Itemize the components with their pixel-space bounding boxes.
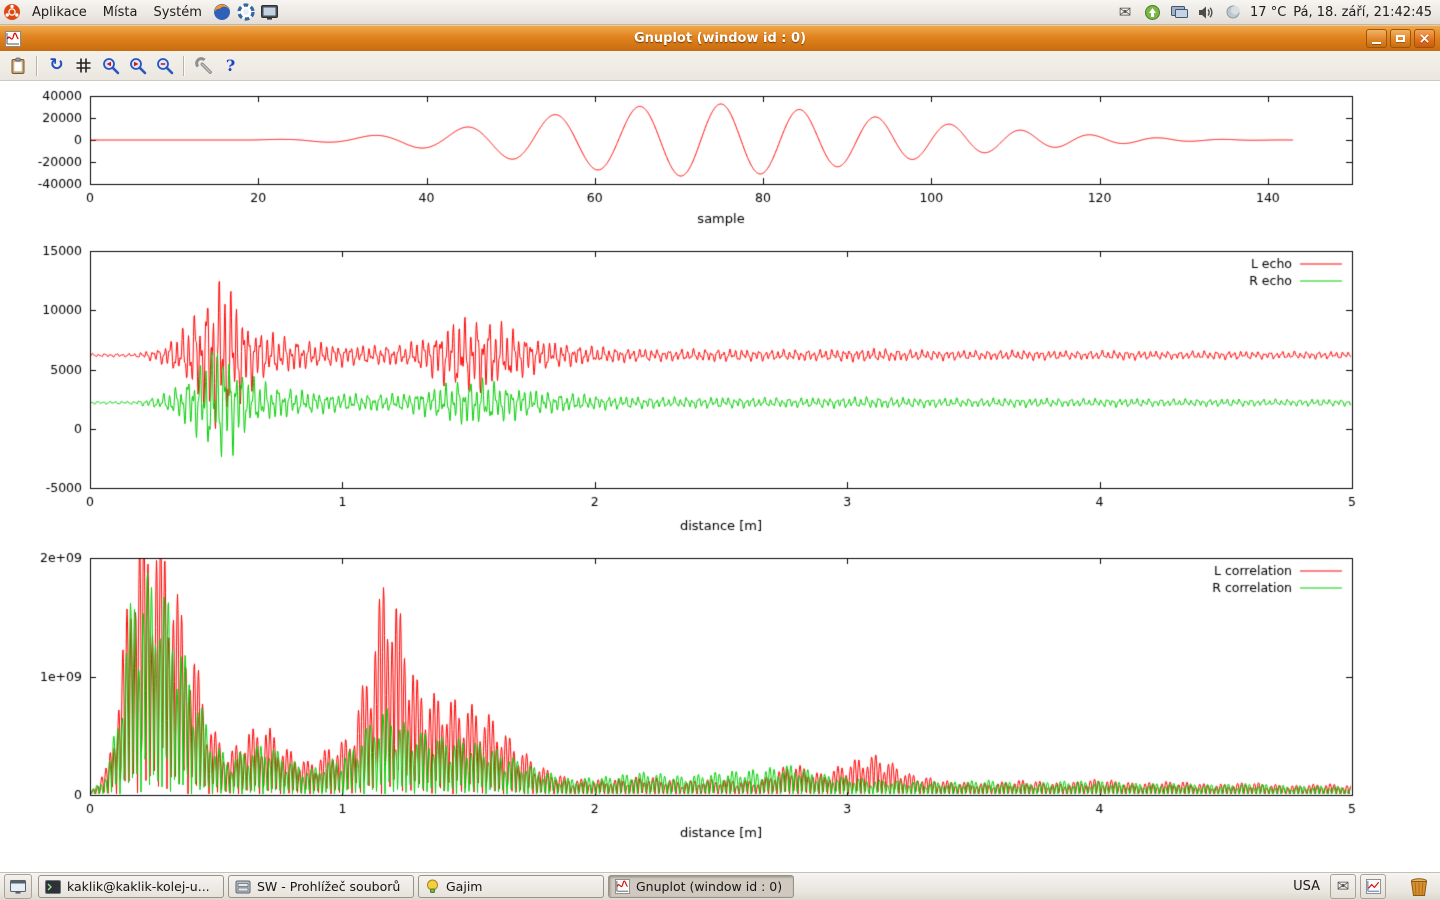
chart-correlation-canvas[interactable] [0,548,1440,852]
window-title: Gnuplot (window id : 0) [0,31,1440,46]
desktop-icon [10,880,26,894]
window-titlebar[interactable]: Gnuplot (window id : 0) × [0,25,1440,51]
magnifier-right-icon [129,57,147,75]
task-label: SW - Prohlížeč souborů [257,879,400,894]
task-button-gnuplot[interactable]: Gnuplot (window id : 0) [608,875,794,898]
maximize-icon [1396,35,1405,42]
temperature-label[interactable]: 17 °C [1250,5,1286,20]
magnifier-icon [156,57,174,75]
task-label: Gajim [446,879,482,894]
volume-icon [1198,5,1214,20]
menu-mista[interactable]: Místa [95,0,146,24]
mail-envelope-icon: ✉ [1119,5,1132,20]
gnuplot-toolbar: ↻ [0,51,1440,81]
menu-aplikace-label: Aplikace [32,5,87,20]
menu-system-label: Systém [153,5,201,20]
volume-control[interactable] [1196,2,1216,22]
keyboard-layout-indicator[interactable]: USA [1293,879,1320,894]
close-button[interactable]: × [1414,29,1435,48]
window-menu-button[interactable] [5,31,21,47]
toolbar-separator [183,56,185,76]
weather-applet[interactable] [1223,2,1243,22]
gnuplot-window-icon [5,31,21,47]
panel-status-area: ✉ [1115,0,1440,24]
clipboard-icon [9,57,27,75]
task-button-file-manager[interactable]: SW - Prohlížeč souborů [228,875,414,898]
gnuplot-icon [615,879,630,894]
weather-moon-icon [1226,5,1240,19]
chart-echo-canvas[interactable] [0,240,1440,548]
configure-button[interactable] [190,53,217,79]
clock-label[interactable]: Pá, 18. září, 21:42:45 [1293,5,1432,20]
gnuplot-canvas-area [0,81,1440,872]
refresh-icon: ↻ [49,57,63,74]
update-icon [1145,5,1160,20]
display-icon [1171,5,1188,20]
close-icon: × [1419,32,1431,46]
toggle-grid-button[interactable] [70,53,97,79]
screenshot-launcher[interactable] [258,0,282,24]
wrench-icon [195,57,213,75]
zoom-previous-button[interactable] [97,53,124,79]
help-lifesaver-icon [237,3,255,21]
grid-icon [75,57,92,74]
task-label: Gnuplot (window id : 0) [636,879,782,894]
top-panel: Aplikace Místa Systém [0,0,1440,25]
zoom-next-button[interactable] [124,53,151,79]
ubuntu-logo-icon [3,3,21,21]
terminal-icon [45,880,61,894]
unzoom-button[interactable] [151,53,178,79]
update-notifier[interactable] [1142,2,1162,22]
show-desktop-button[interactable] [4,874,32,899]
desktop: Aplikace Místa Systém [0,0,1440,900]
mail-notifier[interactable]: ✉ [1115,2,1135,22]
replot-button[interactable]: ↻ [43,53,70,79]
firefox-launcher[interactable] [210,0,234,24]
mail-tray-button[interactable]: ✉ [1330,874,1356,899]
task-button-gajim[interactable]: Gajim [418,875,604,898]
help-launcher[interactable] [234,0,258,24]
gajim-icon [425,879,440,894]
menu-aplikace[interactable]: Aplikace [24,0,95,24]
maximize-button[interactable] [1390,29,1411,48]
mini-chart-icon [1366,879,1381,894]
display-settings[interactable] [1169,2,1189,22]
toolbar-separator [36,56,38,76]
task-label: kaklik@kaklik-kolej-u... [67,879,210,894]
chart-tray-button[interactable] [1360,874,1386,899]
magnifier-left-icon [102,57,120,75]
trash-icon [1409,877,1429,897]
task-button-terminal[interactable]: kaklik@kaklik-kolej-u... [38,875,224,898]
menu-system[interactable]: Systém [145,0,209,24]
screenshot-icon [261,5,278,20]
mail-envelope-icon: ✉ [1337,879,1350,894]
help-button[interactable]: ? [217,53,244,79]
menu-mista-label: Místa [103,5,138,20]
main-menu-button[interactable] [0,0,24,24]
chart-signal-canvas[interactable] [0,84,1440,240]
firefox-icon [213,3,231,21]
minimize-button[interactable] [1366,29,1387,48]
trash-applet[interactable] [1402,874,1436,900]
copy-to-clipboard-button[interactable] [4,53,31,79]
window-controls: × [1366,29,1435,48]
taskbar: kaklik@kaklik-kolej-u... SW - Prohlížeč … [0,872,1440,900]
minimize-icon [1372,42,1381,44]
file-manager-icon [235,880,251,894]
question-icon: ? [226,56,235,75]
